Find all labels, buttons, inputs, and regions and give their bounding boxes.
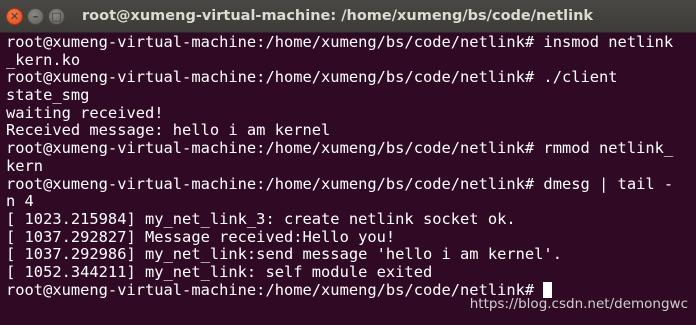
terminal-line: root@xumeng-virtual-machine:/home/xumeng… [6, 140, 674, 158]
terminal-line: waiting received! [6, 104, 164, 122]
terminal-line: kern [6, 157, 44, 175]
terminal-line: n 4 [6, 193, 34, 211]
title-bar[interactable]: ✕ – □ root@xumeng-virtual-machine: /home… [0, 0, 696, 33]
terminal-line: [ 1037.292986] my_net_link:send message … [6, 246, 562, 264]
terminal-line: state_smg [6, 87, 90, 105]
window-title: root@xumeng-virtual-machine: /home/xumen… [82, 8, 594, 24]
terminal-line: root@xumeng-virtual-machine:/home/xumeng… [6, 175, 674, 193]
terminal-line: root@xumeng-virtual-machine:/home/xumeng… [6, 34, 674, 51]
terminal-line: Received message: hello i am kernel [6, 122, 331, 140]
window-controls: ✕ – □ [6, 7, 65, 25]
minimize-button[interactable]: – [27, 7, 44, 25]
prompt-text: root@xumeng-virtual-machine:/home/xumeng… [6, 281, 544, 299]
maximize-icon: □ [51, 9, 62, 23]
terminal-output[interactable]: root@xumeng-virtual-machine:/home/xumeng… [6, 34, 694, 299]
close-button[interactable]: ✕ [6, 7, 23, 25]
terminal-line: [ 1023.215984] my_net_link_3: create net… [6, 210, 516, 228]
maximize-button[interactable]: □ [48, 7, 65, 25]
watermark-text: https://blog.csdn.net/demongwc [469, 296, 688, 312]
terminal-line: _kern.ko [6, 51, 81, 69]
terminal-line: root@xumeng-virtual-machine:/home/xumeng… [6, 69, 618, 87]
terminal-line: [ 1052.344211] my_net_link: self module … [6, 263, 433, 281]
close-icon: ✕ [9, 9, 20, 23]
minimize-icon: – [32, 9, 39, 23]
terminal-line: [ 1037.292827] Message received:Hello yo… [6, 228, 396, 246]
terminal-window: ✕ – □ root@xumeng-virtual-machine: /home… [0, 0, 696, 325]
